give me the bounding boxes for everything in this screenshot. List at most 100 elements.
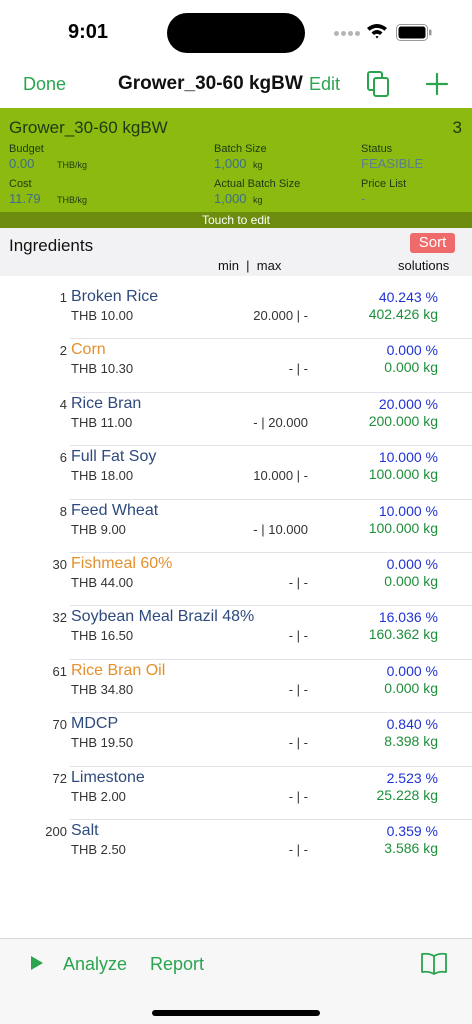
ingredient-kg: 200.000 kg — [368, 412, 438, 429]
status-time: 9:01 — [68, 21, 109, 43]
report-button[interactable]: Report — [150, 954, 204, 975]
copy-icon[interactable] — [366, 70, 390, 98]
ingredient-name: Full Fat Soy — [71, 448, 157, 466]
ingredient-code: 6 — [59, 450, 67, 466]
edit-button[interactable]: Edit — [309, 74, 340, 95]
ingredient-price: THB 44.00 — [71, 574, 134, 590]
ingredient-code: 8 — [59, 503, 67, 519]
budget-label: Budget — [9, 143, 44, 155]
actual-batch-value: 1,000 — [214, 191, 247, 206]
ingredient-min-max: 20.000 | - — [253, 308, 308, 323]
formula-summary-panel[interactable]: Grower_30-60 kgBW 3 Budget 0.00 THB/kg B… — [0, 108, 472, 212]
ingredient-price: THB 16.50 — [71, 628, 134, 644]
ingredient-min-max: - | - — [288, 361, 308, 377]
ingredients-title: Ingredients — [9, 236, 94, 255]
ingredient-row[interactable]: 2 Corn THB 10.30 - | - 0.000 % 0.000 kg — [0, 339, 472, 394]
ingredient-kg: 3.586 kg — [384, 839, 438, 856]
ingredient-code: 4 — [59, 396, 67, 412]
formula-count: 3 — [452, 118, 462, 137]
ingredient-name: MDCP — [71, 715, 119, 733]
ingredient-code: 72 — [52, 770, 67, 786]
ingredient-name: Limestone — [71, 768, 145, 786]
wifi-icon — [367, 24, 387, 39]
ingredient-price: THB 19.50 — [71, 735, 134, 751]
ingredient-name: Feed Wheat — [71, 501, 159, 519]
ingredient-kg: 100.000 kg — [368, 466, 438, 483]
ingredient-kg: 0.000 kg — [384, 572, 438, 589]
ingredient-min-max: - | - — [288, 841, 308, 857]
ingredient-min-max: - | - — [288, 735, 308, 751]
ingredient-row[interactable]: 200 Salt THB 2.50 - | - 0.359 % 3.586 kg — [0, 820, 472, 873]
ingredient-code: 1 — [59, 290, 67, 305]
ingredient-name: Fishmeal 60% — [71, 554, 173, 572]
navigation-bar: Done Grower_30-60 kgBW Edit — [0, 62, 472, 106]
ingredient-percent: 2.523 % — [386, 769, 438, 786]
ingredient-percent: 0.359 % — [386, 822, 438, 839]
cost-label: Cost — [9, 178, 32, 190]
batch-size-unit: kg — [253, 160, 263, 170]
ingredient-min-max: - | - — [288, 788, 308, 804]
ingredient-name: Salt — [71, 821, 99, 839]
ingredient-kg: 100.000 kg — [368, 519, 438, 536]
battery-icon — [396, 24, 432, 41]
plus-icon[interactable] — [425, 72, 449, 96]
ingredient-min-max: - | 20.000 — [253, 414, 308, 430]
solutions-column-header: solutions — [398, 258, 450, 273]
ingredient-percent: 0.840 % — [386, 716, 438, 733]
ingredient-row[interactable]: 72 Limestone THB 2.00 - | - 2.523 % 25.228 kg — [0, 767, 472, 821]
ingredient-name: Rice Bran Oil — [71, 661, 166, 679]
ingredient-row[interactable]: 32 Soybean Meal Brazil 48% THB 16.50 - | - 1… — [0, 606, 472, 661]
ingredient-code: 70 — [52, 717, 67, 733]
ingredient-price: THB 11.00 — [71, 414, 133, 430]
ingredient-price: THB 34.80 — [71, 681, 134, 697]
play-icon[interactable] — [30, 955, 44, 971]
cellular-signal-icon — [334, 31, 360, 37]
bottom-toolbar: Analyze Report — [0, 938, 472, 1024]
ingredient-kg: 0.000 kg — [384, 359, 438, 376]
minmax-column-header: min | max — [218, 258, 282, 273]
status-bar: 9:01 — [0, 0, 472, 60]
budget-value: 0.00 — [9, 156, 35, 171]
ingredient-min-max: 10.000 | - — [253, 468, 308, 484]
ingredient-price: THB 2.00 — [71, 788, 126, 804]
ingredient-price: THB 10.30 — [71, 361, 134, 377]
ingredient-percent: 0.000 % — [386, 342, 438, 359]
ingredient-min-max: - | - — [288, 628, 308, 644]
ingredient-kg: 0.000 kg — [384, 679, 438, 696]
ingredient-price: THB 10.00 — [71, 308, 134, 323]
ingredient-percent: 20.000 % — [378, 395, 438, 412]
ingredient-min-max: - | - — [288, 681, 308, 697]
ingredient-code: 30 — [52, 556, 67, 572]
ingredient-row[interactable]: 6 Full Fat Soy THB 18.00 10.000 | - 10.000 %… — [0, 446, 472, 500]
ingredient-name: Broken Rice — [71, 288, 159, 305]
ingredient-kg: 402.426 kg — [368, 306, 438, 322]
ingredient-name: Soybean Meal Brazil 48% — [71, 608, 255, 626]
ingredient-row[interactable]: 1 Broken Rice THB 10.00 20.000 | - 40.243 % 4… — [0, 286, 472, 340]
analyze-button[interactable]: Analyze — [63, 954, 127, 975]
done-button[interactable]: Done — [23, 74, 66, 95]
formula-name: Grower_30-60 kgBW — [9, 118, 168, 137]
touch-to-edit-button[interactable]: Touch to edit — [0, 212, 472, 228]
cost-value: 11.79 — [9, 191, 41, 206]
ingredient-row[interactable]: 61 Rice Bran Oil THB 34.80 - | - 0.000 % 0.00… — [0, 660, 472, 714]
budget-unit: THB/kg — [57, 160, 88, 170]
ingredient-percent: 10.000 % — [378, 449, 438, 466]
ingredient-row[interactable]: 8 Feed Wheat THB 9.00 - | 10.000 10.000 % 100… — [0, 500, 472, 554]
ingredient-code: 2 — [59, 343, 67, 359]
ingredient-min-max: - | 10.000 — [253, 521, 308, 537]
ingredient-percent: 0.000 % — [386, 555, 438, 572]
ingredient-row[interactable]: 30 Fishmeal 60% THB 44.00 - | - 0.000 % 0.000… — [0, 553, 472, 607]
ingredient-name: Rice Bran — [71, 394, 142, 412]
book-icon[interactable] — [420, 952, 448, 976]
price-list-label: Price List — [361, 178, 407, 190]
ingredient-percent: 40.243 % — [378, 289, 438, 305]
ingredient-row[interactable]: 4 Rice Bran THB 11.00 - | 20.000 20.000 % 200… — [0, 393, 472, 447]
page-title: Grower_30-60 kgBW — [118, 73, 303, 94]
actual-batch-unit: kg — [253, 195, 263, 205]
dynamic-island — [167, 13, 305, 53]
ingredient-percent: 10.000 % — [378, 502, 438, 519]
sort-button[interactable]: Sort — [410, 233, 455, 253]
actual-batch-label: Actual Batch Size — [214, 178, 301, 190]
ingredient-row[interactable]: 70 MDCP THB 19.50 - | - 0.840 % 8.398 kg — [0, 713, 472, 767]
ingredient-min-max: - | - — [288, 574, 308, 590]
